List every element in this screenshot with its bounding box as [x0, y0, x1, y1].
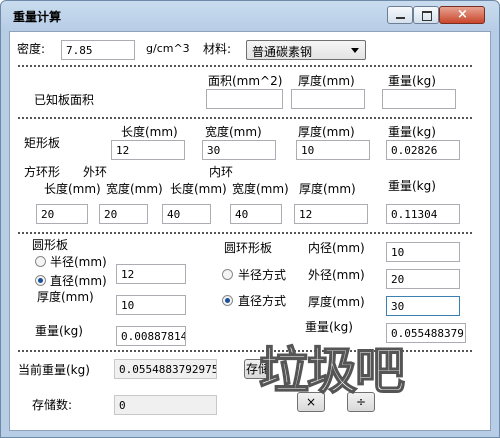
- chevron-down-icon: [351, 48, 359, 53]
- circle-diameter-radio[interactable]: [35, 275, 46, 286]
- rect-thickness-header: 厚度(mm): [298, 125, 355, 139]
- title-bar: 重量计算 ×: [1, 1, 499, 31]
- rect-length-input[interactable]: 12: [111, 140, 185, 160]
- circle-radius-radio[interactable]: [35, 256, 46, 267]
- square-ring-label: 方环形: [24, 165, 61, 179]
- rect-width-input[interactable]: 30: [202, 140, 276, 160]
- area-thickness-header: 厚度(mm): [298, 74, 355, 88]
- sq-inner-length-header: 长度(mm): [170, 182, 227, 196]
- rect-width-header: 宽度(mm): [205, 125, 262, 139]
- ring-outer-input[interactable]: 20: [386, 269, 460, 289]
- sq-thickness-header: 厚度(mm): [299, 182, 356, 196]
- store-count-label: 存储数:: [32, 398, 73, 412]
- area-input[interactable]: [206, 89, 283, 109]
- area-weight-output[interactable]: [382, 89, 456, 109]
- ring-inner-label: 内径(mm): [308, 241, 365, 255]
- density-label: 密度:: [17, 42, 46, 56]
- window-title: 重量计算: [13, 10, 62, 24]
- minimize-icon: [396, 17, 405, 19]
- circle-thickness-input[interactable]: 10: [116, 295, 186, 315]
- circle-weight-output[interactable]: 0.008878140: [116, 326, 186, 346]
- ring-thickness-input[interactable]: 30: [386, 296, 460, 316]
- known-area-label: 已知板面积: [34, 93, 95, 107]
- sq-outer-width-header: 宽度(mm): [106, 182, 163, 196]
- close-icon: ×: [457, 7, 468, 22]
- circle-size-input[interactable]: 12: [116, 264, 186, 284]
- ring-inner-input[interactable]: 10: [386, 242, 460, 262]
- sq-outer-length-header: 长度(mm): [44, 182, 101, 196]
- divider: [18, 350, 472, 352]
- circle-diameter-label: 直径(mm): [50, 274, 107, 288]
- divider: [18, 232, 472, 234]
- circle-radius-label: 半径(mm): [50, 255, 107, 269]
- sq-outer-width-input[interactable]: 20: [99, 204, 148, 224]
- density-unit: g/cm^3: [146, 42, 190, 55]
- divider: [18, 117, 472, 119]
- rect-length-header: 长度(mm): [121, 125, 178, 139]
- watermark: 垃圾吧: [258, 340, 406, 401]
- close-button[interactable]: ×: [439, 6, 485, 24]
- sq-weight-output[interactable]: 0.11304: [386, 204, 460, 224]
- rect-weight-output[interactable]: 0.02826: [386, 140, 460, 160]
- inner-ring-label: 内环: [209, 165, 234, 179]
- ring-radius-radio[interactable]: [222, 269, 233, 280]
- ring-label: 圆环形板: [224, 241, 273, 255]
- circle-weight-label: 重量(kg): [35, 324, 83, 338]
- material-value: 普通碳素钢: [252, 45, 313, 59]
- material-select[interactable]: 普通碳素钢: [246, 40, 366, 60]
- rect-thickness-input[interactable]: 10: [296, 140, 370, 160]
- maximize-button[interactable]: [413, 6, 439, 24]
- circle-label: 圆形板: [32, 238, 69, 252]
- area-weight-header: 重量(kg): [388, 74, 436, 88]
- divider: [18, 65, 472, 67]
- client-area: 密度: 7.85 g/cm^3 材料: 普通碳素钢 面积(mm^2) 厚度(mm…: [9, 31, 491, 431]
- area-thickness-input[interactable]: [291, 89, 365, 109]
- ring-radius-mode-label: 半径方式: [238, 268, 287, 282]
- sq-thickness-input[interactable]: 12: [294, 204, 368, 224]
- sq-inner-width-input[interactable]: 40: [230, 204, 282, 224]
- area-header: 面积(mm^2): [208, 74, 283, 88]
- sq-outer-length-input[interactable]: 20: [36, 204, 88, 224]
- rect-weight-header: 重量(kg): [388, 125, 436, 139]
- ring-diameter-radio[interactable]: [222, 295, 233, 306]
- ring-thickness-label: 厚度(mm): [308, 295, 365, 309]
- density-input[interactable]: 7.85: [61, 40, 135, 60]
- rect-label: 矩形板: [24, 136, 61, 150]
- current-weight-output[interactable]: 0.0554883792975: [114, 359, 217, 379]
- sq-weight-header: 重量(kg): [388, 179, 436, 193]
- store-count-output[interactable]: 0: [114, 395, 217, 415]
- current-weight-label: 当前重量(kg): [18, 363, 90, 377]
- maximize-icon: [422, 11, 432, 21]
- minimize-button[interactable]: [387, 6, 413, 24]
- app-window: 重量计算 × 密度: 7.85 g/cm^3 材料: 普通碳素钢 面积(mm^2…: [0, 0, 500, 438]
- ring-outer-label: 外径(mm): [308, 268, 365, 282]
- outer-ring-label: 外环: [83, 165, 108, 179]
- material-label: 材料:: [203, 42, 232, 56]
- circle-thickness-label: 厚度(mm): [37, 290, 94, 304]
- ring-diameter-mode-label: 直径方式: [238, 294, 287, 308]
- sq-inner-width-header: 宽度(mm): [232, 182, 289, 196]
- sq-inner-length-input[interactable]: 40: [162, 204, 211, 224]
